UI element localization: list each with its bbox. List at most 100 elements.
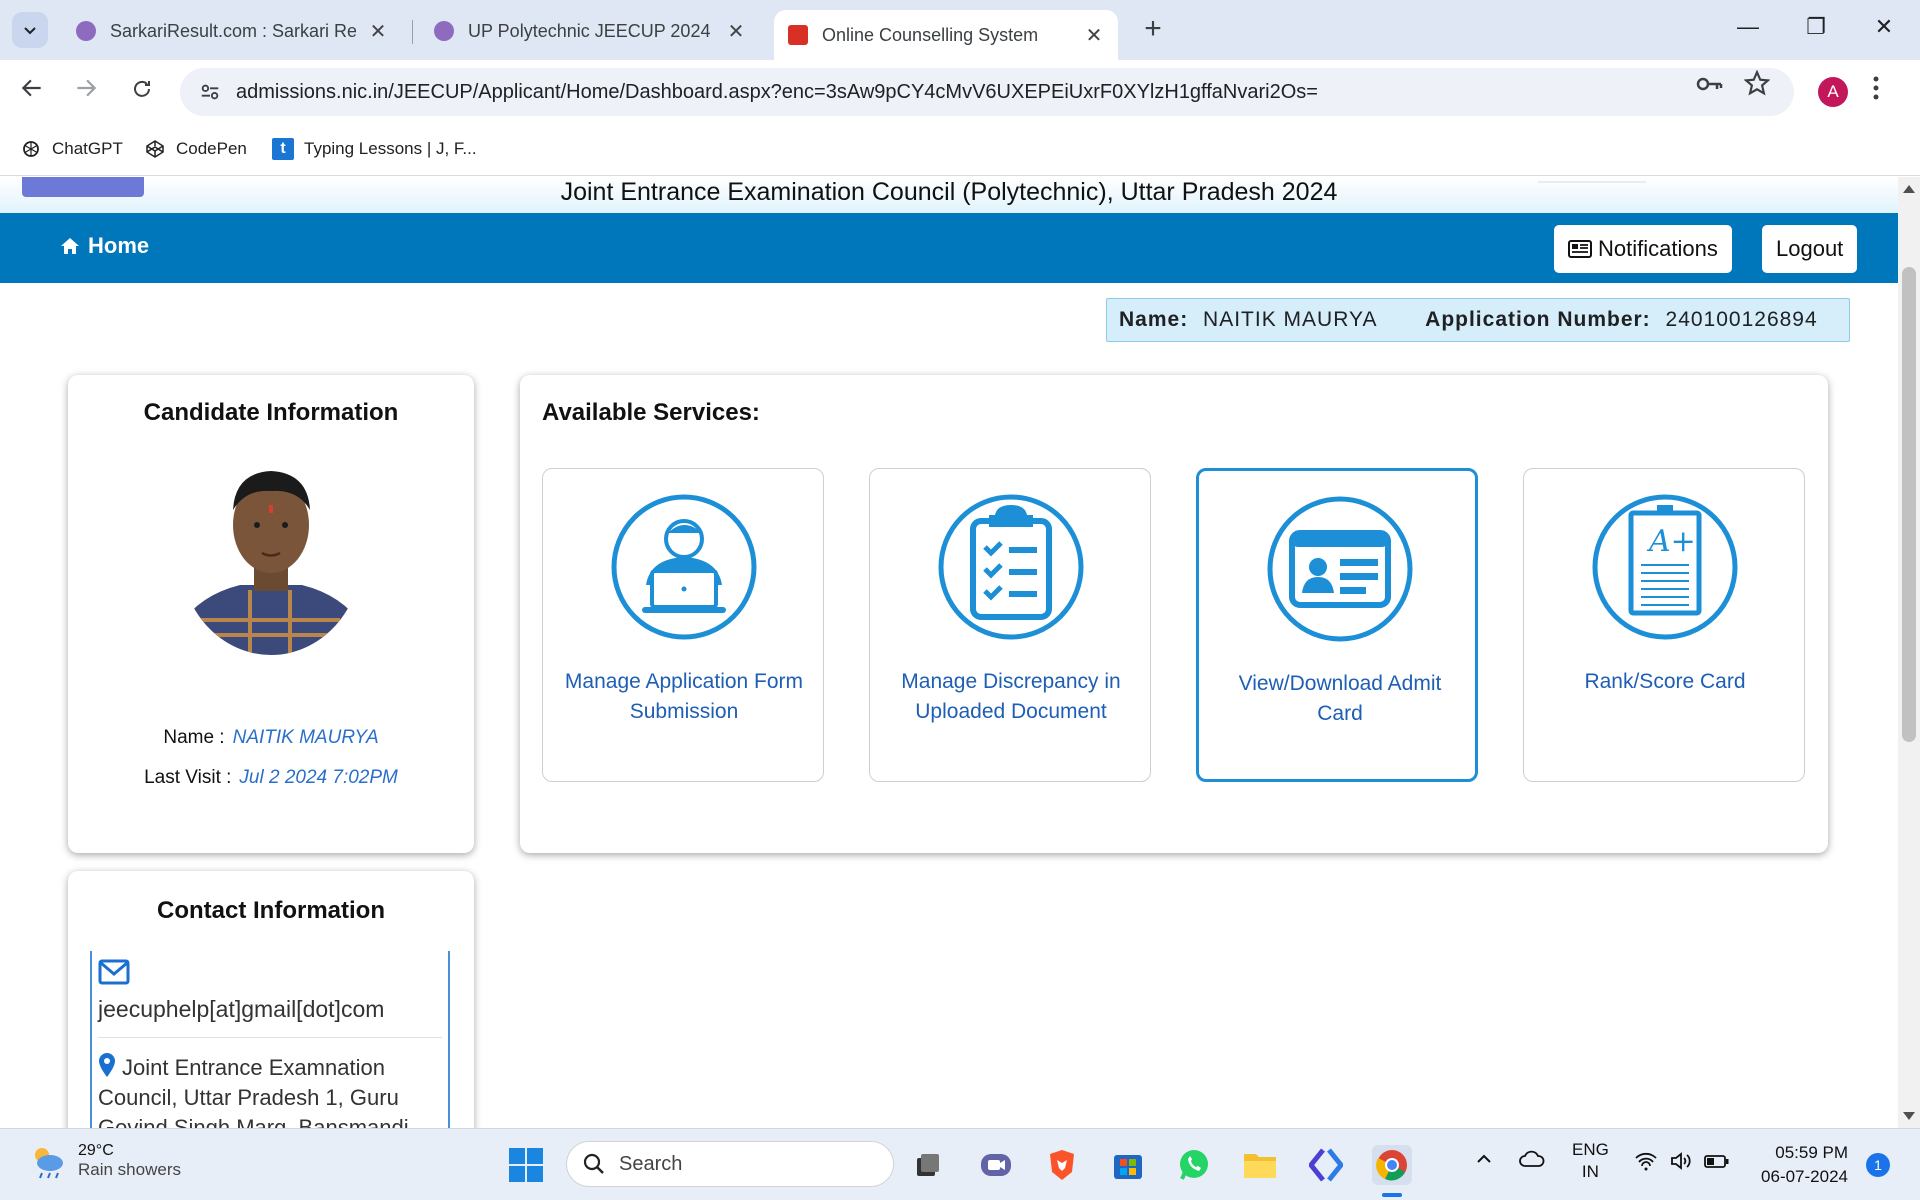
- volume-icon[interactable]: [1670, 1151, 1694, 1176]
- notification-badge[interactable]: 1: [1866, 1153, 1890, 1177]
- wifi-icon[interactable]: [1634, 1151, 1658, 1176]
- envelope-icon: [98, 959, 442, 990]
- onedrive-cloud-icon[interactable]: [1518, 1149, 1546, 1174]
- back-icon[interactable]: [14, 74, 50, 110]
- service-label: Manage Application Form Submission: [564, 670, 804, 723]
- codepen-icon: [144, 138, 166, 160]
- contact-address-text: Joint Entrance Examnation Council, Uttar…: [98, 1055, 409, 1128]
- search-icon: [583, 1153, 604, 1174]
- weather-condition: Rain showers: [78, 1160, 181, 1179]
- battery-icon[interactable]: [1704, 1151, 1730, 1176]
- scroll-up-icon[interactable]: [1903, 185, 1915, 193]
- reload-icon[interactable]: [124, 74, 160, 110]
- candidate-info-card: Candidate Information Name : NAITIK MAURY…: [68, 375, 474, 853]
- openai-icon: [20, 138, 42, 160]
- clipboard-checklist-icon: [938, 494, 1084, 640]
- last-visit-value: Jul 2 2024 7:02PM: [239, 767, 398, 788]
- notifications-button[interactable]: Notifications: [1554, 225, 1732, 273]
- bookmark-label: CodePen: [176, 139, 247, 158]
- scroll-down-icon[interactable]: [1903, 1112, 1915, 1120]
- windows-taskbar: 29°C Rain showers Search ENG IN 05:59 PM…: [0, 1128, 1920, 1200]
- candidate-name-row: Name : NAITIK MAURYA: [68, 727, 474, 749]
- id-card-icon: [1267, 496, 1413, 642]
- weather-widget[interactable]: 29°C Rain showers: [28, 1141, 181, 1181]
- taskbar-search[interactable]: Search: [566, 1141, 894, 1187]
- active-app-indicator: [1382, 1193, 1402, 1197]
- candidate-card-title: Candidate Information: [143, 399, 399, 426]
- clock-date: 06-07-2024: [1761, 1167, 1848, 1186]
- profile-avatar[interactable]: A: [1818, 77, 1848, 107]
- bookmark-codepen[interactable]: CodePen: [144, 138, 247, 160]
- header-decoration: [1538, 181, 1646, 183]
- logout-button[interactable]: Logout: [1762, 225, 1858, 273]
- chrome-icon[interactable]: [1372, 1145, 1412, 1185]
- service-admit-card[interactable]: View/Download Admit Card: [1196, 468, 1478, 782]
- minimize-icon[interactable]: —: [1728, 14, 1768, 40]
- close-window-icon[interactable]: ✕: [1864, 14, 1904, 40]
- services-title: Available Services:: [542, 399, 760, 426]
- contact-email: jeecuphelp[at]gmail[dot]com: [98, 996, 385, 1022]
- contact-info-card: Contact Information jeecuphelp[at]gmail[…: [68, 871, 474, 1128]
- main-navbar: Home Notifications Logout: [0, 213, 1898, 283]
- password-key-icon[interactable]: [1694, 70, 1724, 100]
- lang-code: ENG: [1572, 1140, 1609, 1159]
- close-icon[interactable]: ✕: [368, 19, 388, 44]
- whatsapp-icon[interactable]: [1174, 1145, 1214, 1185]
- task-view-icon[interactable]: [908, 1145, 948, 1185]
- microsoft-store-icon[interactable]: [1108, 1145, 1148, 1185]
- tab-jeecup[interactable]: UP Polytechnic JEECUP 2024 Or ✕: [420, 10, 760, 52]
- bookmark-label: ChatGPT: [52, 139, 123, 158]
- restore-icon[interactable]: ❐: [1796, 14, 1836, 40]
- page-header: Joint Entrance Examination Council (Poly…: [0, 177, 1898, 213]
- system-clock[interactable]: 05:59 PM 06-07-2024: [1752, 1141, 1848, 1189]
- candidate-photo: [180, 455, 362, 655]
- bookmark-label: Typing Lessons | J, F...: [304, 139, 477, 158]
- nav-home-label: Home: [88, 233, 150, 258]
- tab-sarkariresult[interactable]: SarkariResult.com : Sarkari Resu ✕: [62, 10, 402, 52]
- banner-name-label: Name:: [1119, 308, 1189, 331]
- page-scrollbar[interactable]: [1898, 177, 1920, 1128]
- service-manage-application[interactable]: Manage Application Form Submission: [542, 468, 824, 782]
- nav-home-link[interactable]: Home: [60, 233, 149, 259]
- scroll-thumb[interactable]: [1902, 267, 1916, 742]
- service-manage-discrepancy[interactable]: Manage Discrepancy in Uploaded Document: [869, 468, 1151, 782]
- close-icon[interactable]: ✕: [1084, 23, 1104, 48]
- menu-kebab-icon[interactable]: [1872, 74, 1880, 110]
- new-tab-button[interactable]: +: [1136, 14, 1170, 44]
- user-laptop-icon: [611, 494, 757, 640]
- contact-card-title: Contact Information: [157, 897, 385, 924]
- map-pin-icon: [99, 1053, 115, 1077]
- tab-counselling-active[interactable]: Online Counselling System ✕: [774, 10, 1118, 60]
- teams-meet-icon[interactable]: [976, 1145, 1016, 1185]
- weather-temp: 29°C: [78, 1142, 114, 1159]
- grade-report-icon: A+: [1592, 494, 1738, 640]
- bookmarks-bar: ChatGPT CodePen t Typing Lessons | J, F.…: [0, 124, 1920, 176]
- forward-icon[interactable]: [68, 74, 104, 110]
- page-viewport: Joint Entrance Examination Council (Poly…: [0, 177, 1898, 1128]
- close-icon[interactable]: ✕: [726, 19, 746, 44]
- tab-strip: SarkariResult.com : Sarkari Resu ✕ UP Po…: [0, 0, 1920, 60]
- address-bar[interactable]: admissions.nic.in/JEECUP/Applicant/Home/…: [180, 68, 1794, 116]
- services-card: Available Services: Manage Application F…: [520, 375, 1828, 853]
- clock-time: 05:59 PM: [1775, 1143, 1848, 1162]
- service-rank-score[interactable]: A+ Rank/Score Card: [1523, 468, 1805, 782]
- last-visit-row: Last Visit : Jul 2 2024 7:02PM: [68, 767, 474, 789]
- banner-app-label: Application Number:: [1425, 308, 1651, 331]
- dev-tool-icon[interactable]: [1306, 1145, 1346, 1185]
- bookmark-star-icon[interactable]: [1742, 69, 1772, 100]
- region-code: IN: [1581, 1162, 1599, 1181]
- tray-chevron-icon[interactable]: [1474, 1149, 1494, 1174]
- site-info-icon[interactable]: [186, 68, 234, 116]
- language-indicator[interactable]: ENG IN: [1572, 1139, 1609, 1183]
- candidate-name-value: NAITIK MAURYA: [232, 727, 379, 748]
- contact-details: jeecuphelp[at]gmail[dot]com Joint Entran…: [90, 951, 450, 1128]
- file-explorer-icon[interactable]: [1240, 1145, 1280, 1185]
- browser-toolbar: admissions.nic.in/JEECUP/Applicant/Home/…: [0, 60, 1920, 124]
- url-text[interactable]: admissions.nic.in/JEECUP/Applicant/Home/…: [236, 81, 1318, 104]
- bookmark-typing[interactable]: t Typing Lessons | J, F...: [272, 138, 477, 160]
- windows-start-icon[interactable]: [508, 1147, 544, 1183]
- tab-search-button[interactable]: [12, 12, 48, 48]
- tab-title: UP Polytechnic JEECUP 2024 Or: [468, 20, 714, 41]
- bookmark-chatgpt[interactable]: ChatGPT: [20, 138, 123, 160]
- brave-browser-icon[interactable]: [1042, 1145, 1082, 1185]
